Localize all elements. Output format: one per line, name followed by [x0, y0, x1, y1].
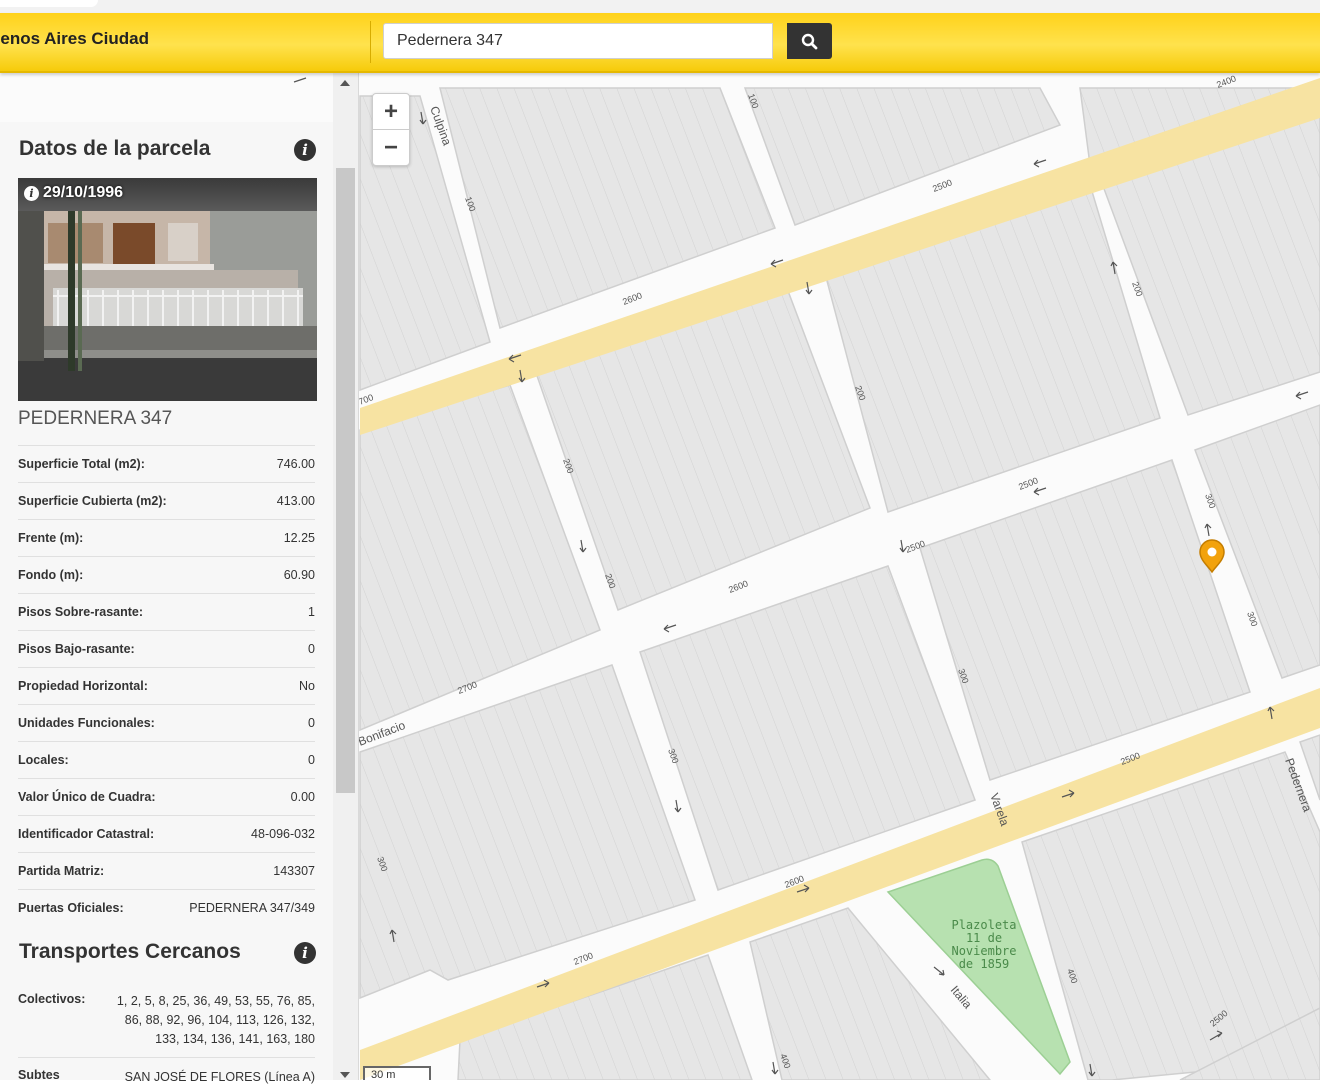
data-row-label: Partida Matriz:: [18, 864, 105, 878]
search-input[interactable]: [383, 23, 773, 59]
parcel-photo[interactable]: i 29/10/1996: [18, 178, 317, 401]
data-row-label: Fondo (m):: [18, 568, 84, 582]
photo-date-text: 29/10/1996: [43, 184, 124, 201]
data-row-fondo: Fondo (m): 60.90: [18, 556, 315, 593]
colectivos-row: Colectivos: 1, 2, 5, 8, 25, 36, 49, 53, …: [18, 992, 315, 1050]
park-label-line: Noviembre: [951, 944, 1016, 958]
scrollbar-thumb[interactable]: [336, 168, 355, 793]
data-row-label: Pisos Bajo-rasante:: [18, 642, 135, 656]
data-row-pisos-sobre-rasante: Pisos Sobre-rasante: 1: [18, 593, 315, 630]
photo-date-label: i 29/10/1996: [24, 184, 123, 202]
data-row-label: Unidades Funcionales:: [18, 716, 155, 730]
transport-section-title: Transportes Cercanos: [19, 940, 241, 963]
park-label-line: Plazoleta: [951, 918, 1016, 932]
data-row-value: 413.00: [276, 494, 315, 508]
data-row-puertas-oficiales: Puertas Oficiales: PEDERNERA 347/349: [18, 889, 315, 926]
data-row-label: Superficie Total (m2):: [18, 457, 145, 471]
scroll-down-arrow-icon[interactable]: [340, 1072, 350, 1078]
zoom-in-button[interactable]: +: [373, 94, 409, 130]
browser-strip: [0, 0, 1320, 13]
data-row-value: 0: [308, 753, 315, 767]
data-row-superficie-cubierta: Superficie Cubierta (m2): 413.00: [18, 482, 315, 519]
map-scale-bar: 30 m: [363, 1066, 431, 1081]
data-row-value: 60.90: [283, 568, 315, 582]
data-row-label: Puertas Oficiales:: [18, 901, 124, 915]
zoom-control: + −: [372, 93, 410, 166]
data-row-value: 0: [308, 642, 315, 656]
data-row-label: Locales:: [18, 753, 69, 767]
data-row-pisos-bajo-rasante: Pisos Bajo-rasante: 0: [18, 630, 315, 667]
data-row-propiedad-horizontal: Propiedad Horizontal: No: [18, 667, 315, 704]
colectivos-label: Colectivos:: [18, 992, 86, 1006]
data-row-label: Pisos Sobre-rasante:: [18, 605, 144, 619]
parcel-section-title: Datos de la parcela: [19, 137, 211, 160]
data-row-label: Propiedad Horizontal:: [18, 679, 148, 693]
header-divider: [370, 21, 371, 63]
data-row-partida-matriz: Partida Matriz: 143307: [18, 852, 315, 889]
search-icon: [801, 33, 818, 49]
panel-scrollbar[interactable]: [333, 72, 359, 1080]
data-row-value: 12.25: [283, 531, 315, 545]
data-row-value: 143307: [273, 864, 315, 878]
subtes-row: Subtes SAN JOSÉ DE FLORES (Línea A): [18, 1057, 315, 1091]
zoom-out-button[interactable]: −: [373, 130, 409, 165]
subtes-value: SAN JOSÉ DE FLORES (Línea A): [124, 1070, 315, 1084]
brand-title[interactable]: uenos Aires Ciudad: [0, 29, 149, 49]
colectivos-line: 133, 134, 136, 141, 163, 180: [155, 1032, 315, 1046]
browser-tab[interactable]: [0, 0, 98, 7]
data-row-valor-unico-cuadra: Valor Único de Cuadra: 0.00: [18, 778, 315, 815]
data-row-label: Valor Único de Cuadra:: [18, 790, 156, 804]
data-row-label: Frente (m):: [18, 531, 84, 545]
data-row-value: 48-096-032: [251, 827, 315, 841]
data-row-label: Identificador Catastral:: [18, 827, 155, 841]
colectivos-line: 86, 88, 92, 96, 104, 113, 126, 132,: [124, 1013, 315, 1027]
data-row-identificador-catastral: Identificador Catastral: 48-096-032: [18, 815, 315, 852]
transport-info-icon[interactable]: i: [294, 942, 316, 964]
colectivos-line: 1, 2, 5, 8, 25, 36, 49, 53, 55, 76, 85,: [116, 994, 315, 1008]
data-row-value: 0: [308, 716, 315, 730]
data-row-value: PEDERNERA 347/349: [189, 901, 315, 915]
data-row-value: 746.00: [276, 457, 315, 471]
building-photo: [18, 178, 317, 401]
park-label-line: 11 de: [966, 931, 1002, 945]
data-row-unidades-funcionales: Unidades Funcionales: 0: [18, 704, 315, 741]
data-row-value: 0.00: [290, 790, 315, 804]
colectivos-value: 1, 2, 5, 8, 25, 36, 49, 53, 55, 76, 85, …: [100, 992, 315, 1049]
data-row-value: 1: [308, 605, 315, 619]
scroll-up-arrow-icon[interactable]: [340, 80, 350, 86]
park-label-line: de 1859: [959, 957, 1010, 971]
photo-info-icon[interactable]: i: [24, 185, 39, 201]
parcel-info-icon[interactable]: i: [294, 139, 316, 161]
data-row-locales: Locales: 0: [18, 741, 315, 778]
data-row-value: No: [299, 679, 315, 693]
parcel-address: PEDERNERA 347: [18, 408, 173, 429]
top-header-bar: uenos Aires Ciudad: [0, 13, 1320, 73]
search-button[interactable]: [787, 23, 832, 59]
data-row-label: Superficie Cubierta (m2):: [18, 494, 167, 508]
data-row-superficie-total: Superficie Total (m2): 746.00: [18, 445, 315, 482]
park-label: Plazoleta 11 de Noviembre de 1859: [951, 918, 1016, 971]
data-row-frente: Frente (m): 12.25: [18, 519, 315, 556]
